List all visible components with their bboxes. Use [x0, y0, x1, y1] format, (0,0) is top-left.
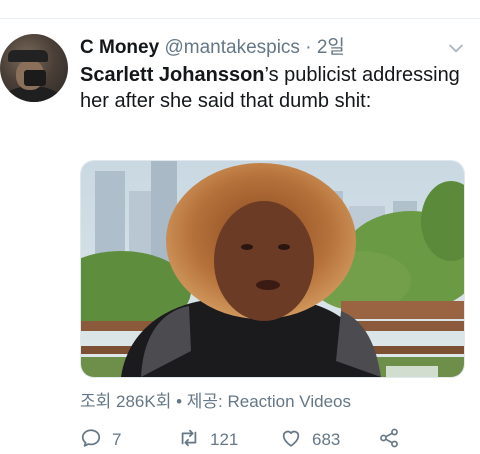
- top-divider: [0, 18, 480, 19]
- tweet-meta: 조회 286K회 • 제공: Reaction Videos: [80, 391, 351, 413]
- video-source[interactable]: 제공: Reaction Videos: [187, 392, 351, 411]
- mentioned-name[interactable]: Scarlett Johansson: [80, 64, 265, 86]
- view-count: 조회 286K회: [80, 392, 172, 411]
- like-button[interactable]: 683: [280, 428, 340, 452]
- chevron-down-icon[interactable]: [446, 38, 466, 58]
- user-handle[interactable]: @mantakespics: [164, 37, 299, 58]
- display-name[interactable]: C Money: [80, 37, 159, 58]
- like-count: 683: [312, 430, 341, 449]
- tweet-time[interactable]: 2일: [317, 37, 345, 58]
- heart-icon: [280, 427, 302, 454]
- meta-separator: •: [171, 392, 187, 411]
- retweet-count: 121: [210, 430, 239, 449]
- video-thumbnail[interactable]: [80, 160, 465, 378]
- tweet-text: Scarlett Johansson’s publicist addressin…: [80, 62, 470, 114]
- retweet-button[interactable]: 121: [178, 428, 238, 452]
- reply-button[interactable]: 7: [80, 428, 121, 452]
- avatar-hat-shape: [8, 50, 48, 62]
- share-icon: [378, 427, 400, 454]
- video-frame-image: [81, 161, 464, 377]
- avatar[interactable]: [0, 34, 68, 102]
- retweet-icon: [178, 427, 200, 454]
- reply-count: 7: [112, 430, 122, 449]
- tweet-header: C Money @mantakespics · 2일: [80, 36, 440, 60]
- share-button[interactable]: [378, 428, 400, 452]
- tweet-actions: 7 121 683: [80, 428, 470, 452]
- time-separator: ·: [299, 37, 317, 58]
- reply-icon: [80, 427, 102, 454]
- avatar-phone-shape: [24, 70, 46, 86]
